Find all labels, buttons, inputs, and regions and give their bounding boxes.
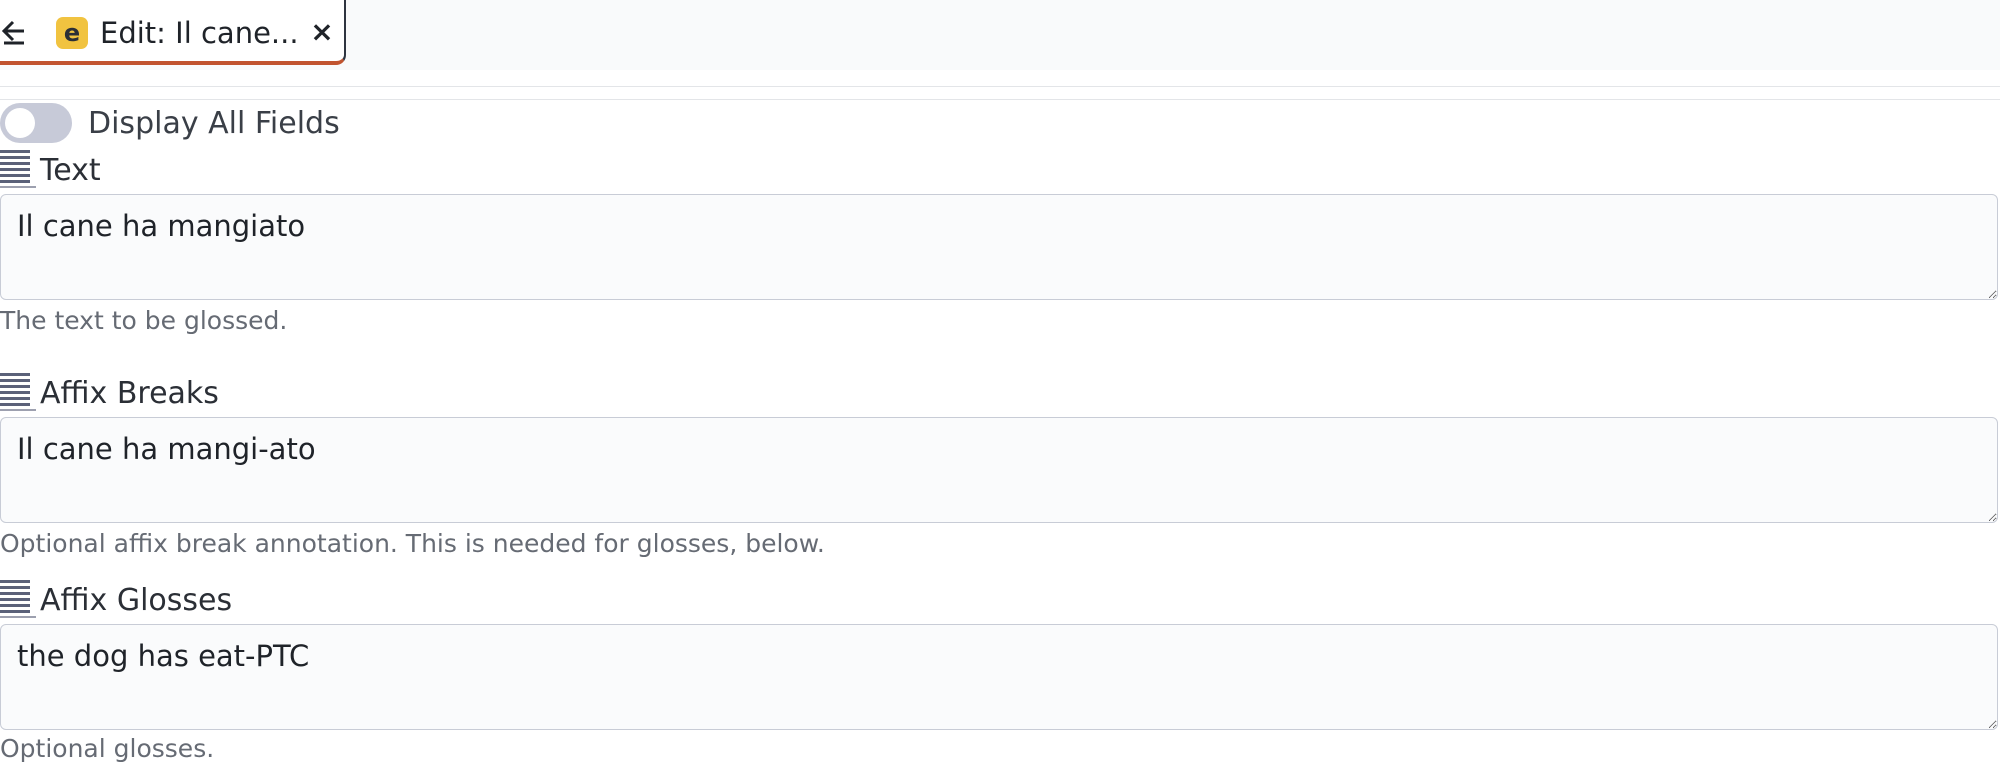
affix-glosses-input[interactable]: the dog has eat-PTC [0, 624, 1998, 730]
affix-breaks-input[interactable]: Il cane ha mangi-ato [0, 417, 1998, 523]
close-icon[interactable]: × [308, 18, 336, 46]
text-lines-icon [0, 373, 36, 413]
field-label: Affix Glosses [0, 580, 232, 620]
content-divider [0, 99, 2000, 100]
top-divider [0, 86, 2000, 87]
field-help-text: Optional glosses. [0, 734, 215, 763]
editor-tab[interactable]: e Edit: Il cane... × [0, 0, 346, 65]
text-lines-icon [0, 150, 36, 190]
tab-title[interactable]: Edit: Il cane... [100, 13, 299, 53]
arrow-left-icon[interactable] [0, 14, 30, 48]
display-all-fields-toggle[interactable] [0, 103, 72, 143]
field-help-text: The text to be glossed. [0, 306, 288, 335]
toggle-label: Display All Fields [88, 105, 340, 141]
text-input[interactable]: Il cane ha mangiato [0, 194, 1998, 300]
field-label: Text [0, 150, 101, 190]
toggle-knob [5, 108, 35, 138]
field-label-text: Text [40, 152, 101, 188]
field-help-text: Optional affix break annotation. This is… [0, 529, 825, 558]
field-label: Affix Breaks [0, 373, 219, 413]
field-label-text: Affix Glosses [40, 582, 233, 618]
app-badge-icon: e [56, 17, 88, 49]
display-all-fields-row: Display All Fields [0, 102, 340, 144]
text-lines-icon [0, 580, 36, 620]
field-label-text: Affix Breaks [40, 375, 219, 411]
